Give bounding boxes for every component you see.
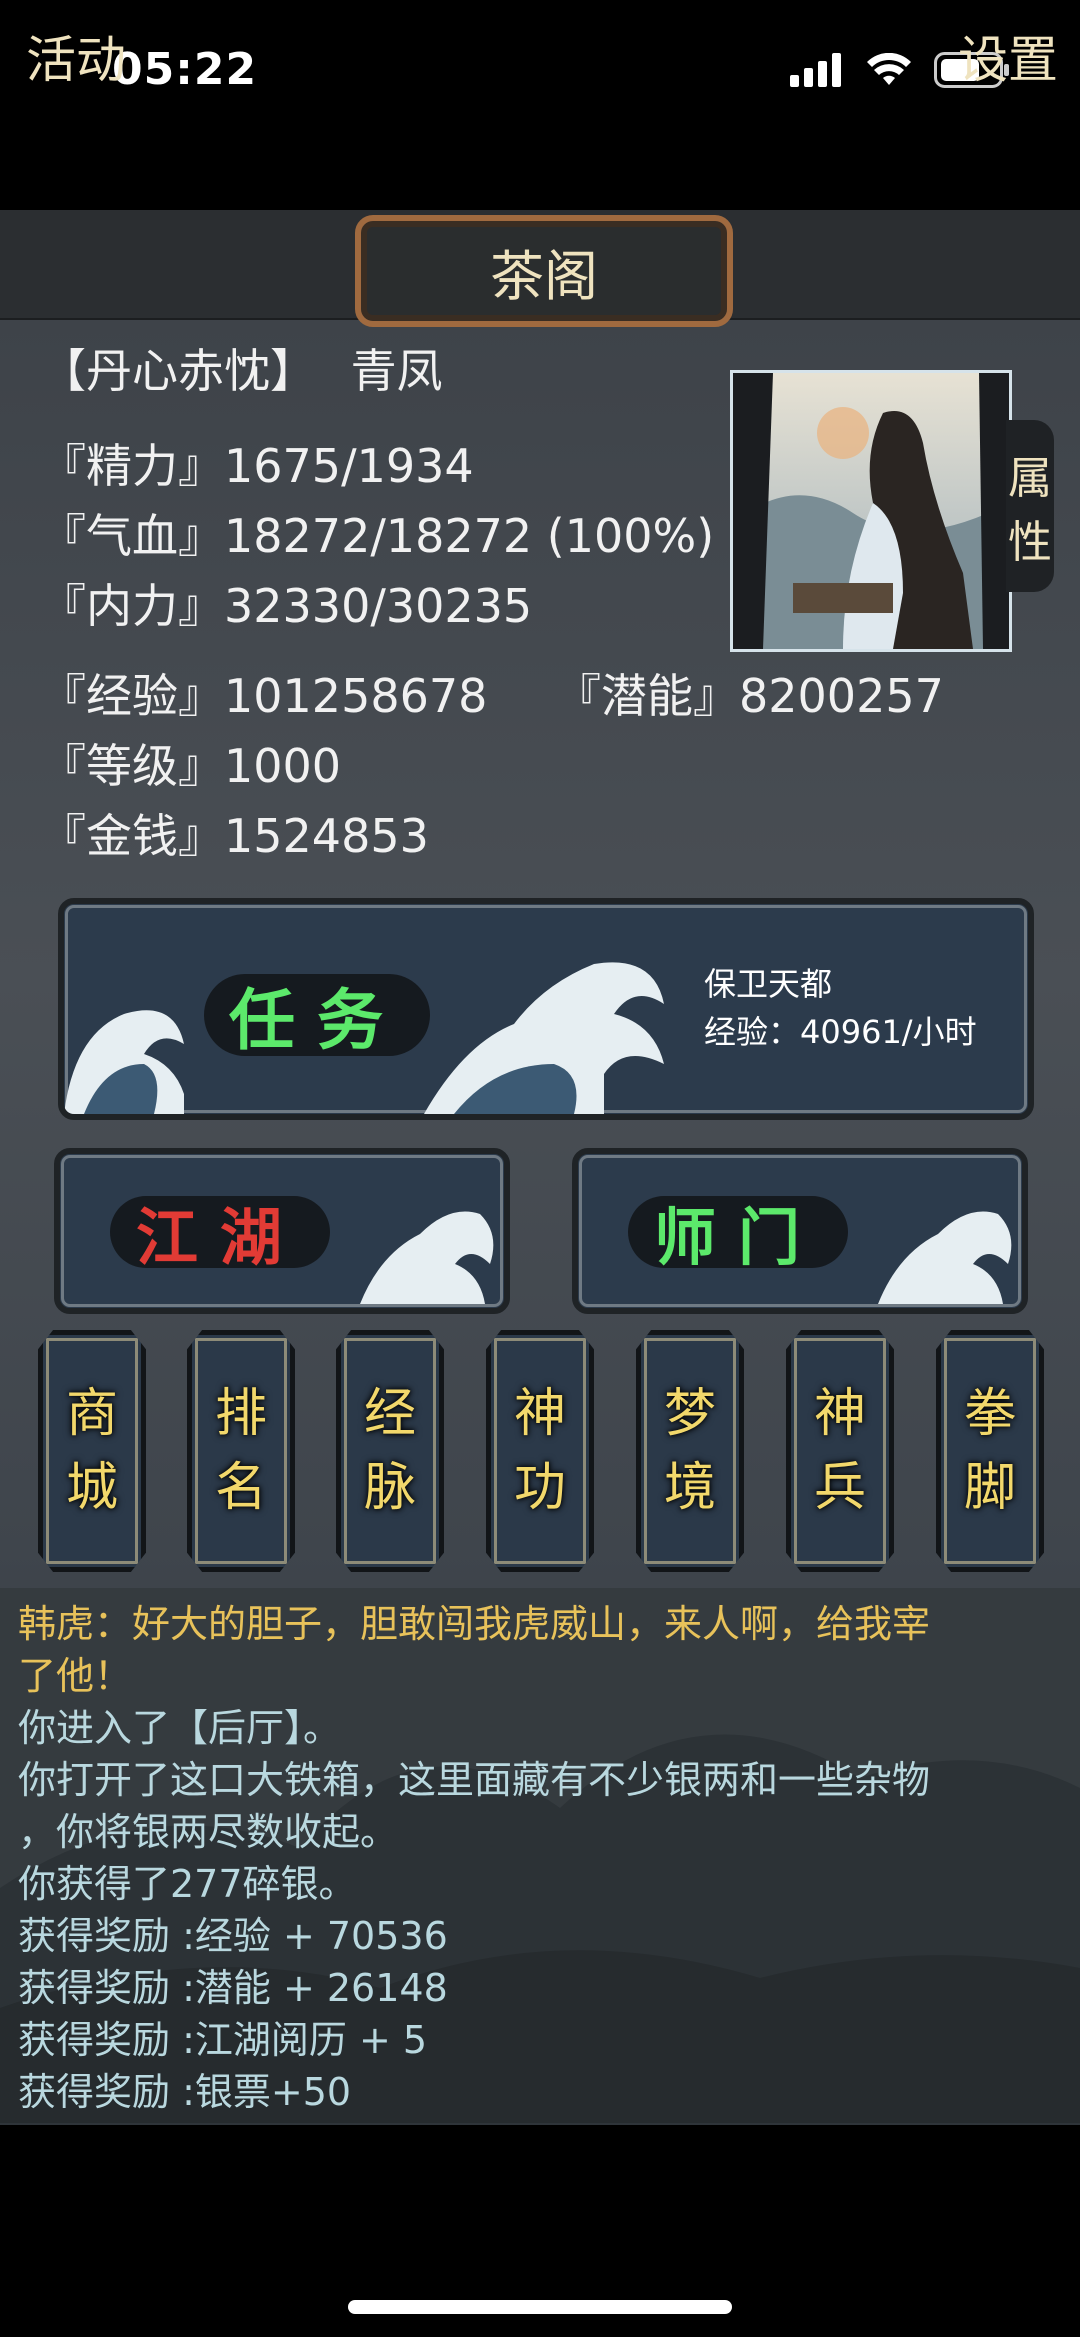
wave-icon (360, 1211, 494, 1304)
menu-label: 境 (663, 1458, 716, 1518)
menu-ranking-button[interactable]: 排 名 (187, 1330, 295, 1572)
task-panel[interactable]: 任务 保卫天都 经验：40961/小时 (58, 898, 1034, 1120)
stat-hp: 『气血』18272/18272 (100%) (40, 509, 715, 563)
menu-label: 排 (214, 1384, 267, 1444)
status-time: 05:22 (112, 44, 258, 95)
log-line: 韩虎：好大的胆子，胆敢闯我虎威山，来人啊，给我宰 (18, 1602, 931, 1646)
activity-button[interactable]: 活动 (26, 20, 126, 92)
log-line: 获得奖励 :经验 + 70536 (18, 1914, 448, 1958)
stat-inner: 『内力』32330/30235 (40, 579, 533, 633)
log-line: 获得奖励 :潜能 + 26148 (18, 1966, 448, 2010)
task-info: 保卫天都 经验：40961/小时 (704, 960, 977, 1056)
stat-level: 『等级』1000 (40, 739, 342, 793)
menu-label: 功 (513, 1458, 566, 1518)
menu-label: 兵 (813, 1458, 866, 1518)
log-line: ，你将银两尽数收起。 (18, 1810, 399, 1854)
log-line: 了他！ (18, 1654, 133, 1698)
menu-label: 商 (65, 1384, 118, 1444)
attributes-tab-char1: 属 (1008, 453, 1052, 504)
log-line: 获得奖励 :银票+50 (18, 2070, 352, 2114)
stat-potential: 『潜能』8200257 (555, 669, 944, 723)
jianghu-button[interactable]: 江湖 (54, 1148, 510, 1314)
menu-label: 脚 (963, 1458, 1016, 1518)
tea-pavilion-button[interactable]: 茶阁 (355, 215, 733, 327)
attributes-tab[interactable]: 属 性 (1006, 420, 1054, 592)
message-log[interactable]: 韩虎：好大的胆子，胆敢闯我虎威山，来人啊，给我宰 了他！ 你进入了【后厅】。 你… (0, 1588, 1080, 2123)
menu-label: 脉 (363, 1458, 416, 1518)
menu-label: 神 (513, 1384, 566, 1444)
settings-button[interactable]: 设置 (958, 20, 1058, 92)
tea-pavilion-label: 茶阁 (490, 244, 598, 308)
menu-label: 城 (65, 1458, 118, 1518)
task-label: 任务 (204, 974, 430, 1059)
shimen-label: 师门 (628, 1196, 848, 1274)
wifi-icon (867, 53, 911, 85)
menu-shop-button[interactable]: 商 城 (38, 1330, 146, 1572)
shimen-button[interactable]: 师门 (572, 1148, 1028, 1314)
log-line: 获得奖励 :江湖阅历 + 5 (18, 2018, 428, 2062)
task-name: 保卫天都 (704, 965, 833, 1003)
home-indicator[interactable] (348, 2300, 732, 2314)
wave-icon (878, 1211, 1012, 1304)
menu-divine-weapon-button[interactable]: 神 兵 (786, 1330, 894, 1572)
menu-label: 神 (813, 1384, 866, 1444)
jianghu-label: 江湖 (110, 1196, 330, 1274)
menu-label: 名 (214, 1458, 267, 1518)
menu-label: 拳 (963, 1384, 1016, 1444)
log-line: 你获得了277碎银。 (18, 1862, 357, 1906)
task-exp-rate: 经验：40961/小时 (704, 1013, 977, 1051)
character-portrait[interactable] (730, 370, 1012, 652)
status-bar: 05:22 (0, 0, 1080, 140)
menu-fist-button[interactable]: 拳 脚 (936, 1330, 1044, 1572)
stat-energy: 『精力』1675/1934 (40, 439, 474, 493)
log-line: 你打开了这口大铁箱，这里面藏有不少银两和一些杂物 (18, 1758, 931, 1802)
portrait-image (733, 373, 1009, 649)
menu-dream-button[interactable]: 梦 境 (636, 1330, 744, 1572)
menu-divine-skill-button[interactable]: 神 功 (486, 1330, 594, 1572)
menu-label: 梦 (663, 1384, 716, 1444)
cellular-signal-icon (790, 53, 841, 87)
menu-label: 经 (363, 1384, 416, 1444)
character-name-line: 【丹心赤忱】 青凤 (40, 335, 443, 401)
attributes-tab-char2: 性 (1008, 517, 1052, 568)
stat-exp: 『经验』101258678 (40, 669, 488, 723)
character-title: 【丹心赤忱】 (40, 344, 316, 398)
stat-money: 『金钱』1524853 (40, 809, 429, 863)
wave-icon (424, 962, 664, 1114)
log-line: 你进入了【后厅】。 (18, 1706, 342, 1750)
character-name: 青凤 (350, 344, 443, 398)
menu-meridian-button[interactable]: 经 脉 (336, 1330, 444, 1572)
